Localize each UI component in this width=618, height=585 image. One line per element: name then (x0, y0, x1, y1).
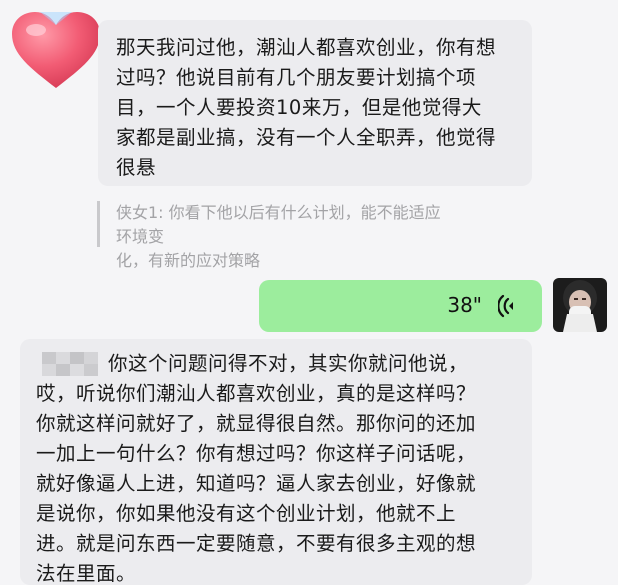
incoming-message-bubble[interactable]: 那天我问过他，潮汕人都喜欢创业，你有想 过吗？他说目前有几个朋友要计划搞个项 目… (98, 20, 532, 186)
heart-avatar-icon[interactable] (10, 10, 102, 92)
incoming-reply-bubble[interactable]: 你这个问题问得不对，其实你就问他说， 哎，听说你们潮汕人都喜欢创业，真的是这样吗… (20, 339, 532, 585)
voice-duration: 38" (447, 293, 482, 317)
voice-message-bubble[interactable]: 38" (259, 280, 542, 332)
user-photo-avatar[interactable] (553, 278, 607, 332)
blurred-avatar-icon (42, 352, 100, 377)
quoted-message[interactable]: 侠女1: 你看下他以后有什么计划，能不能适应环境变 化，有新的应对策略 (97, 201, 456, 270)
reply-message-text: 你这个问题问得不对，其实你就问他说， 哎，听说你们潮汕人都喜欢创业，真的是这样吗… (36, 352, 477, 585)
chat-window: 那天我问过他，潮汕人都喜欢创业，你有想 过吗？他说目前有几个朋友要计划搞个项 目… (0, 0, 618, 585)
voice-wave-icon (497, 294, 520, 318)
